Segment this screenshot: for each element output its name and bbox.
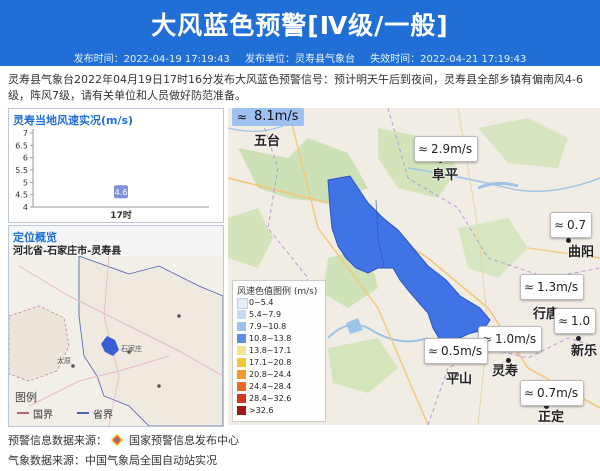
wind-legend-item: 13.8~17.1 <box>237 345 323 356</box>
wind-value-zhengding: 0.7m/s <box>537 386 579 400</box>
wind-label-top: ≈ 8.1m/s <box>232 108 304 126</box>
wind-label-quyang: ≈ 0.7 <box>550 212 593 238</box>
wind-legend-item: 7.9~10.8 <box>237 321 323 332</box>
wind-legend-item: >32.6 <box>237 405 323 416</box>
y-tick-label: 5.5 <box>15 166 28 175</box>
city-zhengding: 正定 <box>538 410 565 425</box>
wind-value-lingshou: 1.0m/s <box>495 332 537 346</box>
main-map[interactable]: ≈ 8.1m/s 五台 阜平 曲阳 行唐 平山 灵寿 正定 新乐 ≈ 2.9m/… <box>228 108 600 425</box>
wind-legend-item: 0~5.4 <box>237 297 323 309</box>
city-lingshou: 灵寿 <box>492 364 519 379</box>
wind-legend-item: 17.1~20.8 <box>237 357 323 368</box>
wind-value-mid-right: 1.3m/s <box>537 280 579 294</box>
province-border-swatch <box>77 412 89 414</box>
location-panel: 定位概览 河北省-石家庄市-灵寿县 太原 石家庄 图例 国界 省界 <box>8 225 224 427</box>
publisher: 发布单位：灵寿县气象台 <box>245 54 355 65</box>
bar-value-label: 4.6 <box>115 188 128 197</box>
legend-national-border: 国界 <box>33 410 53 421</box>
wind-label-right2: ≈ 1.0 <box>554 308 597 334</box>
wind-value-right2: 1.0 <box>571 314 591 328</box>
city-xinle: 新乐 <box>571 344 598 359</box>
publish-center-logo-icon <box>110 434 123 446</box>
city-quyang: 曲阳 <box>568 245 595 260</box>
wind-color-legend: 风速色值图例 (m/s) 0~5.4 5.4~7.9 7.9~10.8 10.8… <box>232 280 326 422</box>
wind-icon: ≈ <box>524 386 535 400</box>
weather-source-line: 气象数据来源：中国气象局全国自动站实况 <box>8 454 217 467</box>
warning-title: 大风蓝色预警[Ⅳ级/一般] <box>151 11 449 40</box>
legend-province-border: 省界 <box>93 410 113 421</box>
wind-icon: ≈ <box>554 218 565 232</box>
expire-time: 失效时间：2022-04-21 17:19:43 <box>370 54 527 65</box>
y-tick-label: 5 <box>23 178 28 187</box>
warning-source-line: 预警信息数据来源： 国家预警信息发布中心 <box>8 432 239 448</box>
warning-source-name[interactable]: 国家预警信息发布中心 <box>129 434 239 447</box>
warning-description: 灵寿县气象台2022年04月19日17时16分发布大风蓝色预警信号：预计明天午后… <box>8 73 583 102</box>
wind-value-quyang: 0.7 <box>567 218 587 232</box>
warning-source-label: 预警信息数据来源： <box>8 434 107 447</box>
wind-label-mid-right: ≈ 1.3m/s <box>520 274 585 300</box>
wind-legend-title: 风速色值图例 (m/s) <box>237 287 318 297</box>
city-pingshan: 平山 <box>446 372 473 387</box>
wind-value-top: 8.1m/s <box>254 109 299 124</box>
map-label-taiyuan: 太原 <box>57 357 71 365</box>
publish-time: 发布时间：2022-04-19 17:19:43 <box>73 54 230 65</box>
wind-legend-item: 10.8~13.8 <box>237 333 323 344</box>
overview-map-graphic <box>9 255 223 426</box>
wind-legend-item: 5.4~7.9 <box>237 309 323 320</box>
wind-icon: ≈ <box>524 280 535 294</box>
wind-label-zhengding: ≈ 0.7m/s <box>520 380 585 406</box>
wind-icon: ≈ <box>237 110 248 124</box>
y-tick-label: 6.5 <box>15 141 28 150</box>
national-border-swatch <box>17 412 29 414</box>
wind-label-pingshan: ≈ 0.5m/s <box>424 338 489 364</box>
wind-icon: ≈ <box>428 344 439 358</box>
wind-legend-item: 28.4~32.6 <box>237 393 323 404</box>
y-tick-label: 4 <box>23 203 28 212</box>
wind-value-pingshan: 0.5m/s <box>441 344 483 358</box>
wind-icon: ≈ <box>558 314 569 328</box>
wind-legend-item: 20.8~24.4 <box>237 369 323 380</box>
x-category-label: 17时 <box>110 209 132 221</box>
overview-map[interactable]: 太原 石家庄 <box>9 255 223 426</box>
y-tick-label: 4.5 <box>15 191 28 200</box>
y-tick-label: 6 <box>23 154 28 163</box>
wind-value-fuping: 2.9m/s <box>431 142 473 156</box>
warning-meta: 发布时间：2022-04-19 17:19:43 发布单位：灵寿县气象台 失效时… <box>0 50 600 65</box>
location-path: 河北省-石家庄市-灵寿县 <box>13 246 122 257</box>
overview-legend-title: 图例 <box>15 391 37 404</box>
city-fuping: 阜平 <box>432 168 459 183</box>
city-wutai: 五台 <box>254 134 281 149</box>
wind-speed-chart: 4 4.5 5 5.5 6 6.5 7 4.6 17时 <box>15 129 209 221</box>
wind-label-fuping: ≈ 2.9m/s <box>414 136 479 162</box>
wind-legend-item: 24.4~28.4 <box>237 381 323 392</box>
warning-header: 大风蓝色预警[Ⅳ级/一般] 发布时间：2022-04-19 17:19:43 发… <box>0 0 600 66</box>
y-tick-label: 7 <box>23 129 28 138</box>
map-label-shijiazhuang: 石家庄 <box>121 345 142 353</box>
wind-speed-panel: 灵寿当地风速实况(m/s) 4 4.5 5 5.5 6 6.5 7 4.6 17时 <box>8 108 224 223</box>
wind-icon: ≈ <box>418 142 429 156</box>
